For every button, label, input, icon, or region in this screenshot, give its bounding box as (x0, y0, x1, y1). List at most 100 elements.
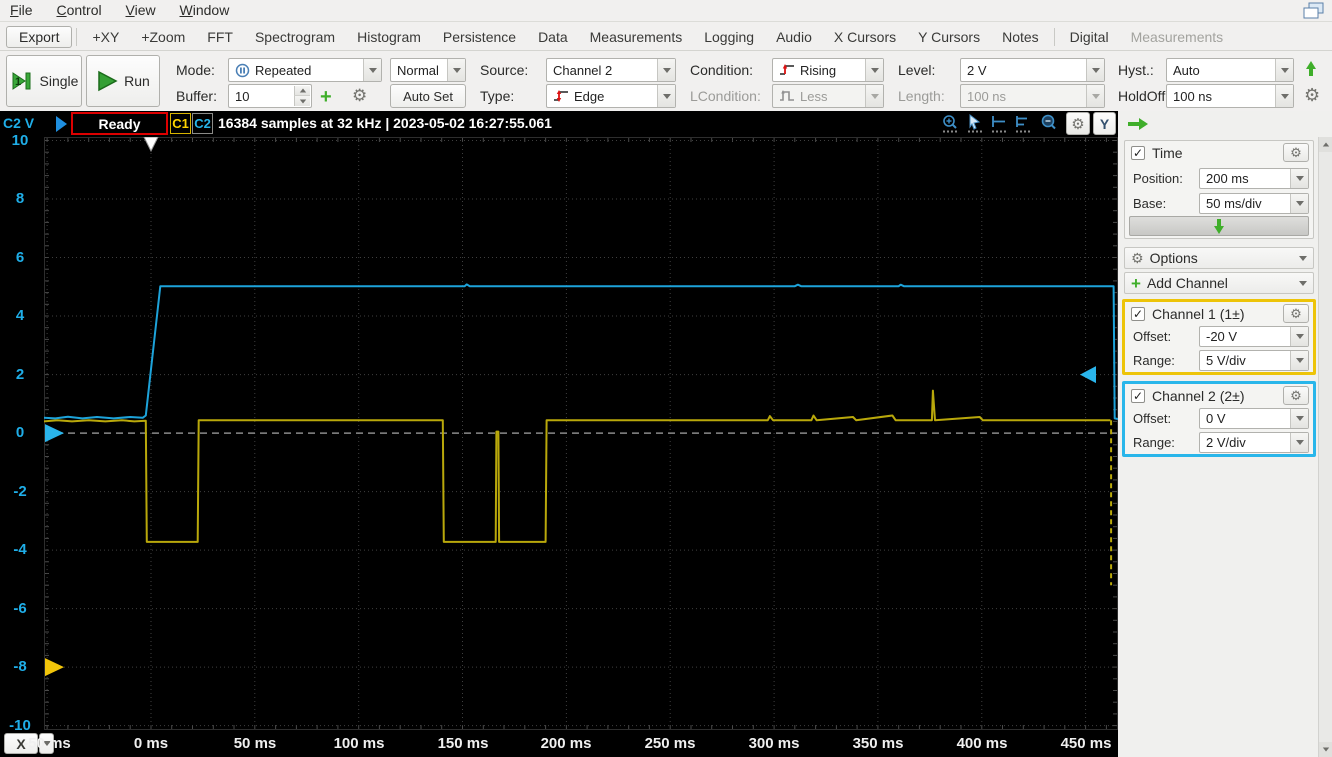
trigger-source-dropdown-arrow[interactable] (657, 59, 675, 81)
menu-file[interactable]: File (0, 0, 43, 20)
tab-spectrogram[interactable]: Spectrogram (244, 25, 346, 49)
zoom-out-icon[interactable] (1040, 114, 1060, 134)
time-position-dropdown-arrow[interactable] (1290, 169, 1308, 188)
acquire-filter-dropdown-arrow[interactable] (447, 59, 465, 81)
trigger-length-value: 100 ns (967, 89, 1006, 104)
trigger-lcondition-select: Less (772, 84, 884, 108)
time-checkbox[interactable]: ✓ (1131, 146, 1145, 160)
buffer-increment-button[interactable] (294, 86, 310, 96)
tab-xy[interactable]: +XY (81, 25, 130, 49)
y-tick-label: 4 (0, 307, 40, 324)
channel2-offset-select[interactable]: 0 V (1199, 408, 1309, 429)
y-axis-button[interactable]: Y (1093, 112, 1116, 135)
hysteresis-dropdown-arrow[interactable] (1275, 59, 1293, 81)
holdoff-select[interactable]: 100 ns (1166, 84, 1294, 108)
tab-digital[interactable]: Digital (1059, 25, 1120, 49)
channel2-range-select[interactable]: 2 V/div (1199, 432, 1309, 453)
trigger-condition-value: Rising (800, 63, 836, 78)
scrollbar-down-arrow[interactable] (1319, 742, 1332, 757)
tab-histogram[interactable]: Histogram (346, 25, 432, 49)
fit-horizontal-icon[interactable] (990, 114, 1010, 134)
channel2-checkbox[interactable]: ✓ (1131, 389, 1145, 403)
channel2-range-dropdown-arrow[interactable] (1290, 433, 1308, 452)
time-base-dropdown-arrow[interactable] (1290, 194, 1308, 213)
scrollbar-up-arrow[interactable] (1319, 137, 1332, 152)
channel1-offset-value: -20 V (1206, 329, 1237, 344)
add-channel-dropdown[interactable]: + Add Channel (1124, 272, 1314, 294)
single-label: Single (40, 73, 79, 89)
mode-select[interactable]: Repeated (228, 58, 382, 82)
tab-data[interactable]: Data (527, 25, 579, 49)
fit-vertical-icon[interactable] (1014, 114, 1034, 134)
trigger-level-marker (1080, 366, 1096, 383)
auto-set-button[interactable]: Auto Set (390, 84, 466, 108)
channel1-checkbox[interactable]: ✓ (1131, 307, 1145, 321)
export-button[interactable]: Export (6, 26, 72, 48)
tab-audio[interactable]: Audio (765, 25, 823, 49)
menu-control[interactable]: Control (46, 0, 111, 20)
down-arrow-icon (1214, 218, 1224, 234)
mode-dropdown-arrow[interactable] (363, 59, 381, 81)
channel1-offset-dropdown-arrow[interactable] (1290, 327, 1308, 346)
buffer-spinbox[interactable]: 10 (228, 84, 312, 108)
options-dropdown[interactable]: ⚙ Options (1124, 247, 1314, 269)
single-icon: 1 (10, 69, 34, 93)
time-base-select[interactable]: 50 ms/div (1199, 193, 1309, 214)
tab-y-cursors[interactable]: Y Cursors (907, 25, 991, 49)
trigger-gear-icon[interactable]: ⚙ (1304, 85, 1320, 106)
single-button[interactable]: 1 Single (6, 55, 82, 107)
tab-persistence[interactable]: Persistence (432, 25, 527, 49)
channel1-offset-select[interactable]: -20 V (1199, 326, 1309, 347)
channel1-range-dropdown-arrow[interactable] (1290, 351, 1308, 370)
acquire-filter-select[interactable]: Normal (390, 58, 466, 82)
plot-settings-gear-button[interactable]: ⚙ (1066, 112, 1090, 135)
tab-notes[interactable]: Notes (991, 25, 1050, 49)
channel1-badge[interactable]: C1 (170, 113, 191, 134)
trigger-source-select[interactable]: Channel 2 (546, 58, 676, 82)
channel2-gear-button[interactable]: ⚙ (1283, 386, 1309, 405)
trigger-condition-select[interactable]: Rising (772, 58, 884, 82)
waveform-canvas[interactable] (44, 137, 1118, 730)
tab-fft[interactable]: FFT (196, 25, 244, 49)
trigger-condition-dropdown-arrow[interactable] (865, 59, 883, 81)
channel2-offset-dropdown-arrow[interactable] (1290, 409, 1308, 428)
holdoff-dropdown-arrow[interactable] (1275, 85, 1293, 107)
run-button[interactable]: Run (86, 55, 160, 107)
time-expand-button[interactable] (1129, 216, 1309, 236)
x-tick-label: 350 ms (843, 735, 913, 752)
status-badge: Ready (71, 112, 168, 135)
trigger-level-select[interactable]: 2 V (960, 58, 1105, 82)
window-restore-icon[interactable] (1302, 2, 1326, 20)
scope-plot-area[interactable]: 1086420-2-4-6-8-10 (0, 137, 1118, 730)
trigger-level-dropdown-arrow[interactable] (1086, 59, 1104, 81)
zoom-in-icon[interactable] (941, 114, 961, 134)
time-gear-button[interactable]: ⚙ (1283, 143, 1309, 162)
buffer-gear-icon[interactable]: ⚙ (352, 86, 367, 106)
buffer-decrement-button[interactable] (294, 96, 310, 106)
less-pulse-icon (779, 89, 795, 103)
trigger-level-up-icon[interactable] (1306, 61, 1316, 77)
channel2-badge[interactable]: C2 (192, 113, 213, 134)
tab-measurements[interactable]: Measurements (579, 25, 694, 49)
hysteresis-select[interactable]: Auto (1166, 58, 1294, 82)
tab-zoom[interactable]: +Zoom (130, 25, 196, 49)
time-position-select[interactable]: 200 ms (1199, 168, 1309, 189)
add-channel-plus-icon: + (1131, 275, 1141, 292)
pointer-select-icon[interactable] (966, 114, 986, 134)
tab-x-cursors[interactable]: X Cursors (823, 25, 907, 49)
channel1-range-select[interactable]: 5 V/div (1199, 350, 1309, 371)
tab-logging[interactable]: Logging (693, 25, 765, 49)
channel2-offset-value: 0 V (1206, 411, 1226, 426)
panel-scrollbar[interactable] (1318, 137, 1332, 757)
trigger-type-dropdown-arrow[interactable] (657, 85, 675, 107)
menu-window[interactable]: Window (170, 0, 240, 20)
y-axis-channel-label[interactable]: C2 V (3, 115, 34, 131)
menu-view[interactable]: View (116, 0, 166, 20)
channel1-gear-button[interactable]: ⚙ (1283, 304, 1309, 323)
options-gear-icon: ⚙ (1131, 250, 1144, 267)
panel-collapse-arrow-icon[interactable] (1128, 118, 1148, 130)
position-label: Position: (1133, 171, 1183, 186)
trigger-type-select[interactable]: Edge (546, 84, 676, 108)
time-position-value: 200 ms (1206, 171, 1249, 186)
add-buffer-icon[interactable]: + (320, 87, 332, 107)
